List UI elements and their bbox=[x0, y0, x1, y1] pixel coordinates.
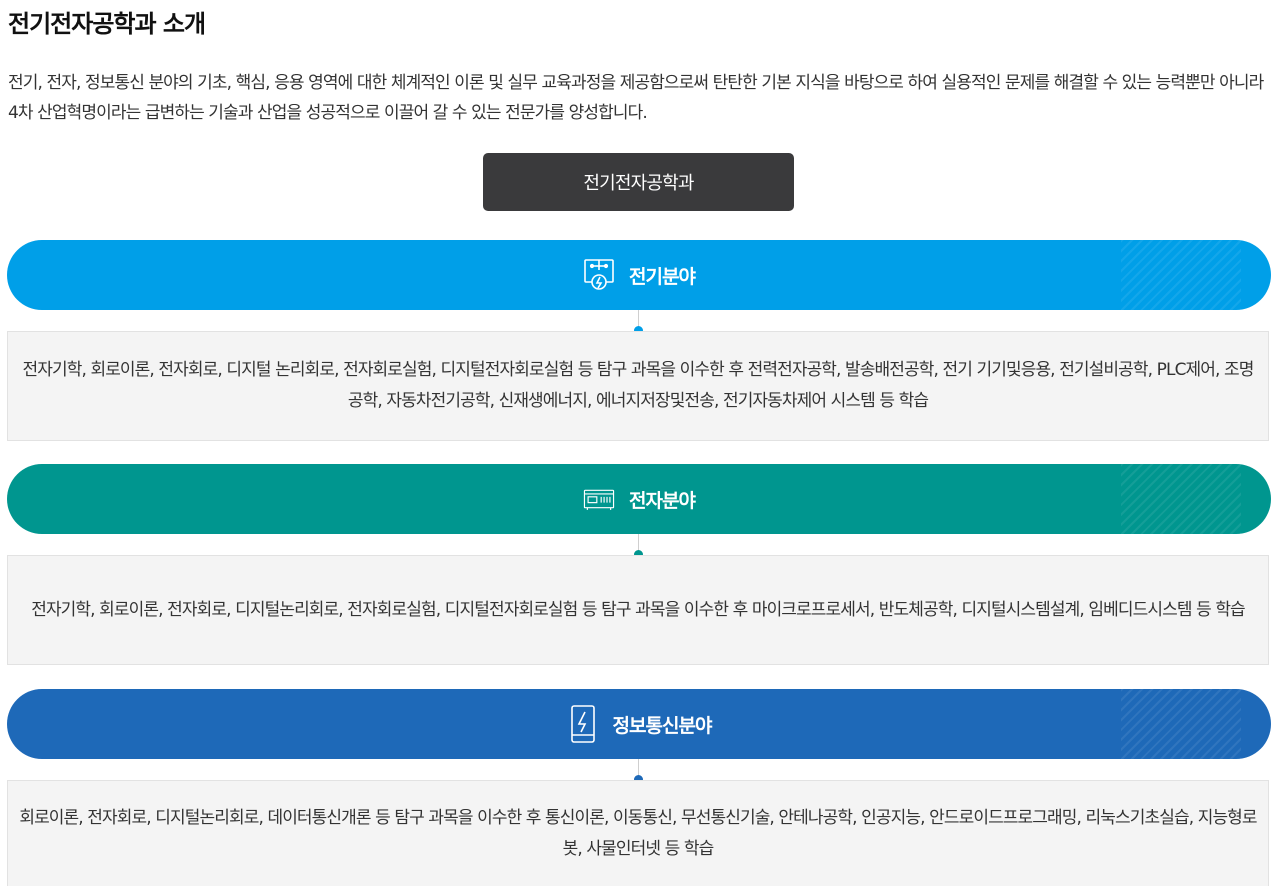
intro-text: 전기, 전자, 정보통신 분야의 기초, 핵심, 응용 영역에 대한 체계적인 … bbox=[8, 73, 1264, 123]
field-bar-electronics: 전자분야 bbox=[7, 464, 1271, 534]
decorative-stripes bbox=[1121, 240, 1241, 310]
department-label: 전기전자공학과 bbox=[483, 153, 794, 211]
field-description-box: 전자기학, 회로이론, 전자회로, 디지털논리회로, 전자회로실험, 디지털전자… bbox=[7, 555, 1269, 665]
field-description: 전자기학, 회로이론, 전자회로, 디지털논리회로, 전자회로실험, 디지털전자… bbox=[31, 599, 1245, 620]
page-title: 전기전자공학과 소개 bbox=[8, 10, 206, 38]
field-description-box: 전자기학, 회로이론, 전자회로, 디지털 논리회로, 전자회로실험, 디지털전… bbox=[7, 331, 1269, 441]
field-label: 전기분야 bbox=[629, 265, 696, 288]
mobile-phone-bolt-icon bbox=[567, 705, 599, 743]
decorative-stripes bbox=[1121, 464, 1241, 534]
field-description: 회로이론, 전자회로, 디지털논리회로, 데이터통신개론 등 탐구 과목을 이수… bbox=[19, 807, 1257, 859]
field-label: 정보통신분야 bbox=[612, 714, 713, 737]
decorative-stripes bbox=[1121, 689, 1241, 759]
electronic-device-icon bbox=[583, 480, 615, 518]
field-description-box: 회로이론, 전자회로, 디지털논리회로, 데이터통신개론 등 탐구 과목을 이수… bbox=[7, 780, 1269, 886]
field-description: 전자기학, 회로이론, 전자회로, 디지털 논리회로, 전자회로실험, 디지털전… bbox=[22, 360, 1254, 411]
field-bar-telecom: 정보통신분야 bbox=[7, 689, 1271, 759]
field-label: 전자분야 bbox=[629, 489, 696, 512]
circuit-bolt-icon bbox=[583, 256, 615, 294]
field-bar-electrical: 전기분야 bbox=[7, 240, 1271, 310]
